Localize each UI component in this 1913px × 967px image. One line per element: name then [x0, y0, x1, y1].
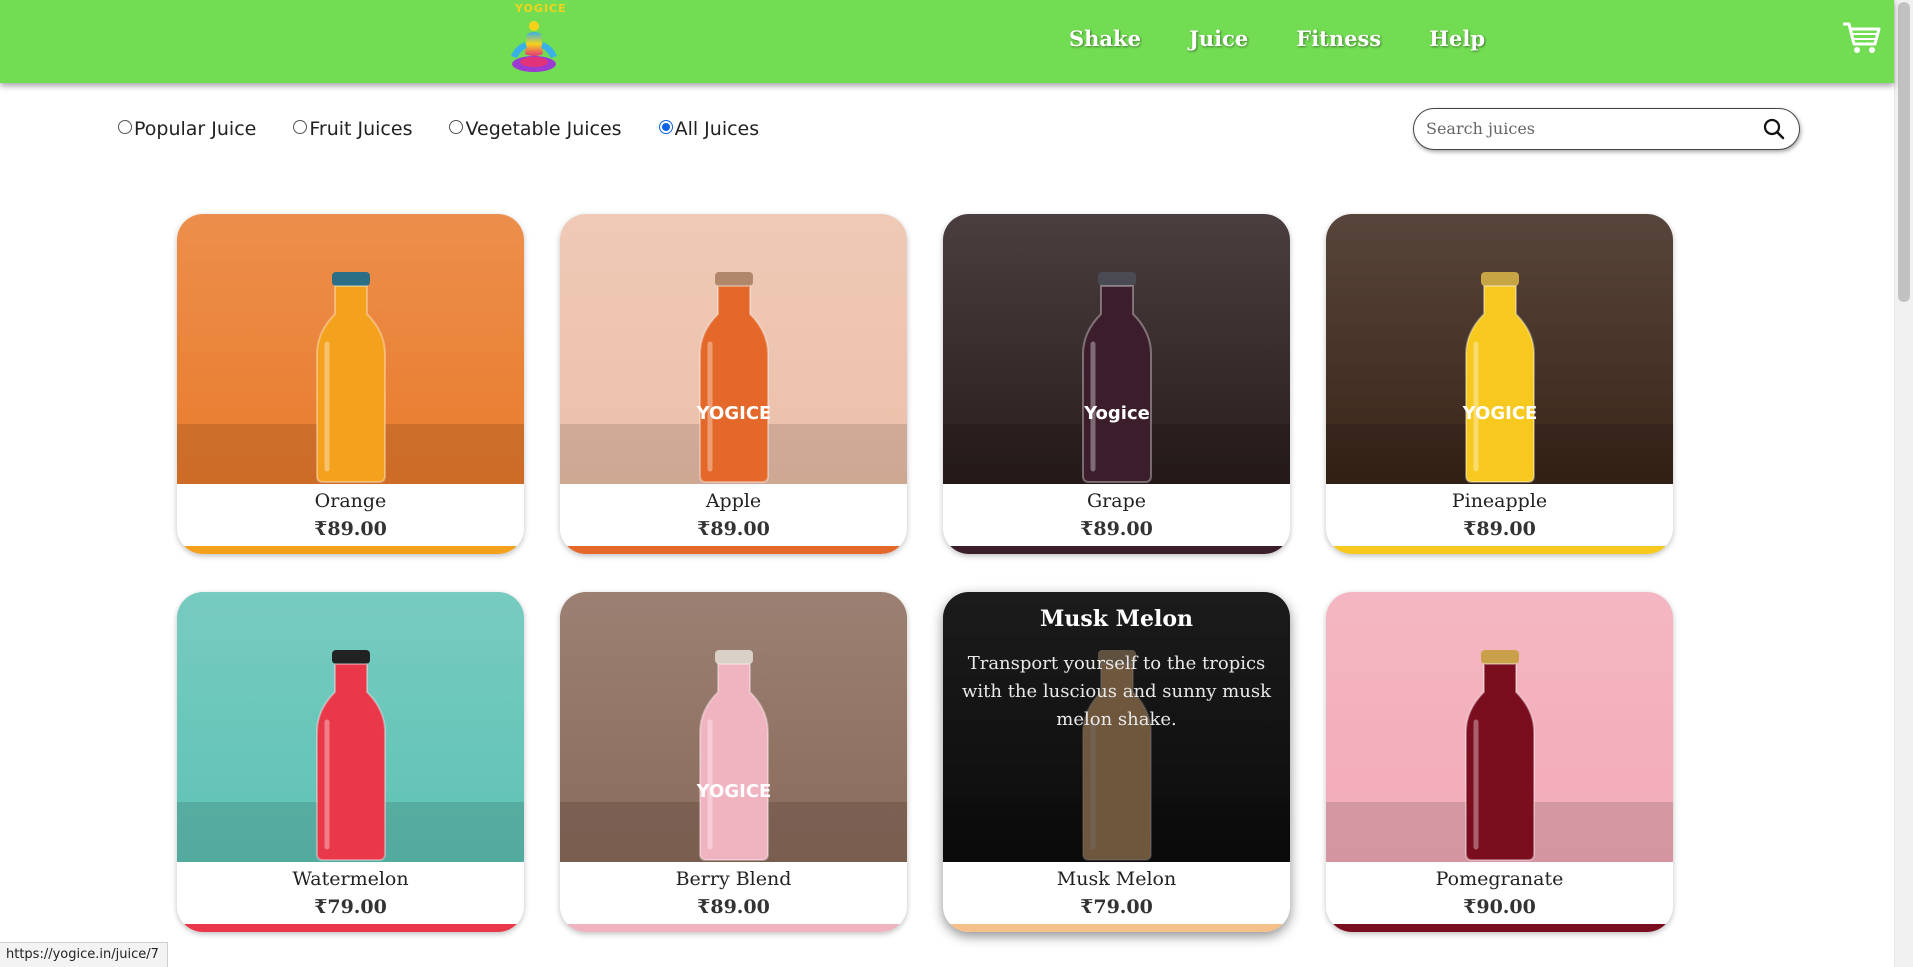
product-name: Grape	[1087, 490, 1146, 512]
scrollbar-thumb[interactable]	[1898, 2, 1910, 302]
product-name: Musk Melon	[1056, 868, 1177, 890]
product-price: ₹90.00	[1463, 896, 1536, 918]
bottle-label: YOGICE	[696, 403, 772, 424]
product-card[interactable]: Musk Melon Transport yourself to the trop…	[943, 592, 1290, 932]
product-image	[1326, 592, 1673, 862]
product-image	[177, 592, 524, 862]
nav-fitness[interactable]: Fitness	[1296, 26, 1381, 51]
filter-label: Vegetable Juices	[465, 118, 622, 140]
overlay-title: Musk Melon	[1039, 606, 1193, 632]
filter-all-juices[interactable]: All Juices	[658, 118, 760, 140]
bottle-label: YOGICE	[696, 781, 772, 802]
link-status-bar: https://yogice.in/juice/7	[0, 942, 168, 967]
product-info: Pineapple ₹89.00	[1326, 484, 1673, 546]
product-info: Watermelon ₹79.00	[177, 862, 524, 924]
product-card[interactable]: Orange ₹89.00	[177, 214, 524, 554]
product-image: YOGICE	[1326, 214, 1673, 484]
filter-popular-juice[interactable]: Popular Juice	[118, 118, 256, 140]
overlay-description: Transport yourself to the tropics with t…	[961, 653, 1271, 730]
search-icon[interactable]	[1762, 117, 1786, 141]
page-scrollbar[interactable]	[1894, 0, 1913, 967]
product-price: ₹89.00	[697, 896, 770, 918]
brand-logo[interactable]: YOGICE	[501, 2, 567, 78]
filter-label: Popular Juice	[134, 118, 257, 140]
search-input[interactable]	[1426, 119, 1746, 138]
nav-help[interactable]: Help	[1429, 26, 1485, 51]
product-price: ₹79.00	[314, 896, 387, 918]
filter-radio[interactable]	[293, 120, 308, 134]
main-nav: Shake Juice Fitness Help	[1069, 26, 1533, 51]
card-bottom-strip	[177, 924, 524, 932]
product-price: ₹89.00	[314, 518, 387, 540]
product-image: YOGICE	[560, 592, 907, 862]
product-card[interactable]: YOGICE Berry Blend ₹89.00	[560, 592, 907, 932]
product-info: Apple ₹89.00	[560, 484, 907, 546]
cart-button[interactable]	[1841, 20, 1883, 56]
logo-text: YOGICE	[515, 2, 567, 15]
card-bottom-strip	[560, 924, 907, 932]
product-info: Grape ₹89.00	[943, 484, 1290, 546]
product-info: Orange ₹89.00	[177, 484, 524, 546]
filter-radio[interactable]	[118, 120, 132, 134]
product-price: ₹89.00	[1080, 518, 1153, 540]
product-card[interactable]: Yogice Grape ₹89.00	[943, 214, 1290, 554]
card-bottom-strip	[560, 546, 907, 554]
card-bottom-strip	[943, 546, 1290, 554]
top-navbar: YOGICE Shake Juice Fitness Help	[0, 0, 1894, 83]
product-image: Yogice	[943, 214, 1290, 484]
filter-label: Fruit Juices	[309, 118, 413, 140]
product-name: Pomegranate	[1435, 868, 1564, 890]
product-name: Orange	[314, 490, 387, 512]
nav-juice[interactable]: Juice	[1189, 26, 1248, 51]
product-price: ₹89.00	[1463, 518, 1536, 540]
product-card[interactable]: YOGICE Pineapple ₹89.00	[1326, 214, 1673, 554]
filter-radio[interactable]	[449, 120, 464, 134]
bottle-label: Yogice	[1083, 403, 1150, 424]
product-price: ₹79.00	[1080, 896, 1153, 918]
nav-shake[interactable]: Shake	[1069, 26, 1141, 51]
product-image: YOGICE	[560, 214, 907, 484]
product-card[interactable]: Pomegranate ₹90.00	[1326, 592, 1673, 932]
product-info: Pomegranate ₹90.00	[1326, 862, 1673, 924]
product-info: Musk Melon ₹79.00	[943, 862, 1290, 924]
product-card[interactable]: YOGICE Apple ₹89.00	[560, 214, 907, 554]
product-card[interactable]: Watermelon ₹79.00	[177, 592, 524, 932]
product-name: Watermelon	[292, 868, 409, 890]
product-image	[177, 214, 524, 484]
search-box	[1413, 108, 1800, 150]
card-bottom-strip	[1326, 546, 1673, 554]
card-bottom-strip	[177, 546, 524, 554]
filter-fruit-juices[interactable]: Fruit Juices	[293, 118, 412, 140]
juice-filter-group: Popular Juice Fruit Juices Vegetable Jui…	[118, 118, 796, 140]
product-info: Berry Blend ₹89.00	[560, 862, 907, 924]
product-hover-overlay: Musk Melon Transport yourself to the trop…	[943, 592, 1290, 862]
card-bottom-strip	[1326, 924, 1673, 932]
card-bottom-strip	[943, 924, 1290, 932]
filter-radio-selected[interactable]	[658, 120, 673, 134]
product-name: Apple	[705, 490, 762, 512]
product-name: Berry Blend	[675, 868, 792, 890]
filter-vegetable-juices[interactable]: Vegetable Juices	[449, 118, 622, 140]
cart-icon	[1843, 22, 1881, 53]
filter-label: All Juices	[674, 118, 760, 140]
bottle-label: YOGICE	[1462, 403, 1538, 424]
product-name: Pineapple	[1451, 490, 1548, 512]
product-price: ₹89.00	[697, 518, 770, 540]
